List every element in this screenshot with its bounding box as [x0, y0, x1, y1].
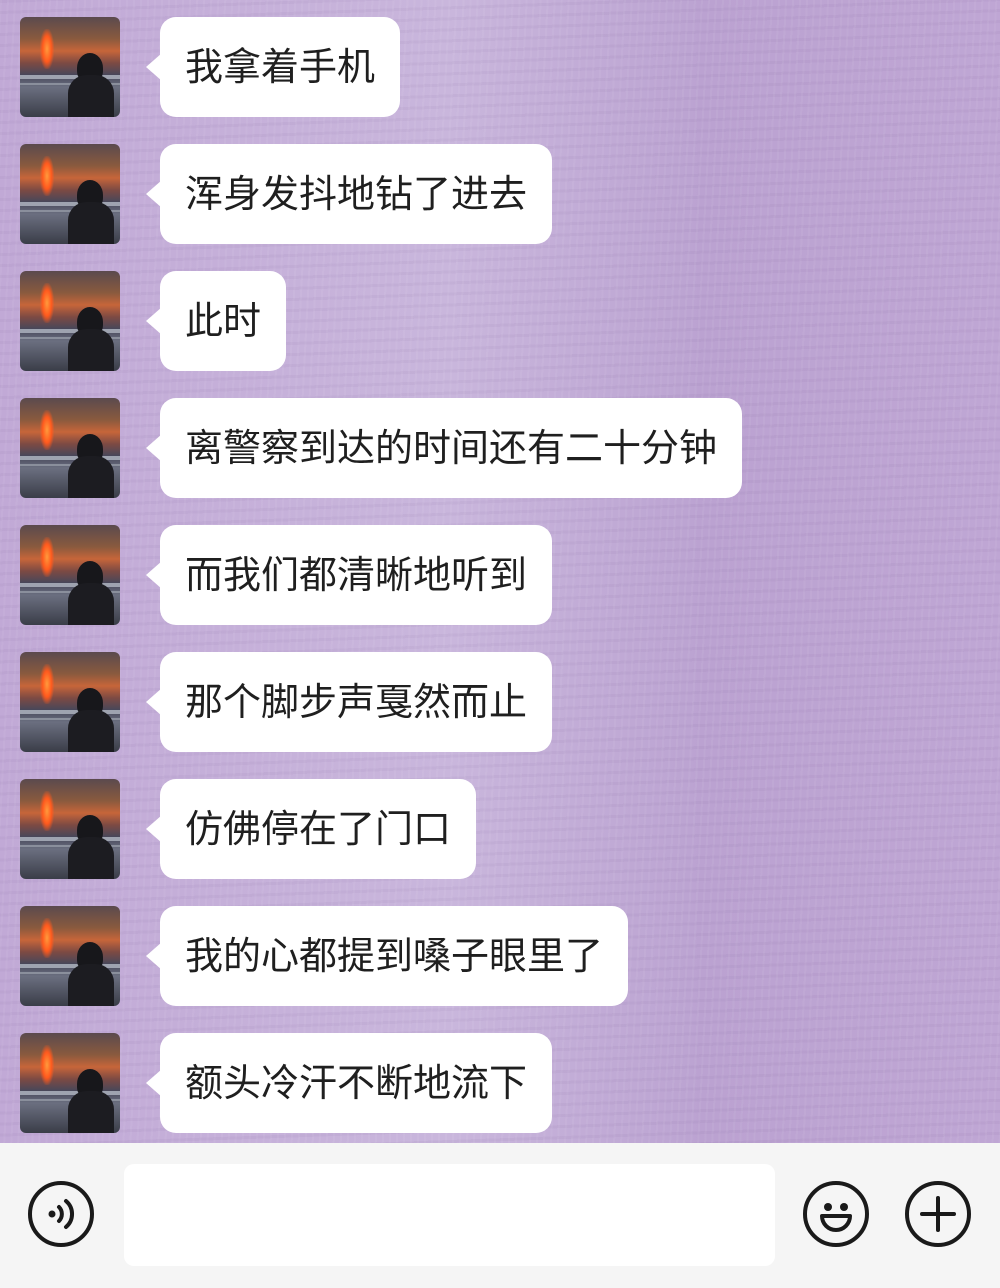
- plus-icon: [920, 1196, 956, 1232]
- message-bubble[interactable]: 我拿着手机: [145, 17, 401, 117]
- plus-button[interactable]: [905, 1181, 971, 1247]
- message-bubble[interactable]: 额头冷汗不断地流下: [145, 1033, 553, 1133]
- avatar[interactable]: [20, 652, 120, 752]
- message-bubble[interactable]: 那个脚步声戛然而止: [145, 652, 553, 752]
- input-bar: [0, 1143, 1000, 1288]
- message-bubble[interactable]: 而我们都清晰地听到: [145, 525, 553, 625]
- message-row: 我拿着手机: [20, 17, 980, 117]
- message-row: 我的心都提到嗓子眼里了: [20, 906, 980, 1006]
- message-bubble[interactable]: 离警察到达的时间还有二十分钟: [145, 398, 743, 498]
- avatar[interactable]: [20, 17, 120, 117]
- avatar[interactable]: [20, 779, 120, 879]
- message-row: 那个脚步声戛然而止: [20, 652, 980, 752]
- avatar[interactable]: [20, 906, 120, 1006]
- chat-area[interactable]: 我拿着手机 浑身发抖地钻了进去 此时 离警察到达的时间还有二十分钟 而我们都清晰…: [0, 0, 1000, 1143]
- message-row: 离警察到达的时间还有二十分钟: [20, 398, 980, 498]
- message-row: 仿佛停在了门口: [20, 779, 980, 879]
- voice-button[interactable]: [28, 1181, 94, 1247]
- message-bubble[interactable]: 我的心都提到嗓子眼里了: [145, 906, 629, 1006]
- avatar[interactable]: [20, 271, 120, 371]
- message-bubble[interactable]: 仿佛停在了门口: [145, 779, 477, 879]
- message-row: 浑身发抖地钻了进去: [20, 144, 980, 244]
- emoji-icon: [820, 1203, 852, 1232]
- message-input[interactable]: [124, 1164, 775, 1266]
- voice-icon: [48, 1199, 74, 1229]
- avatar[interactable]: [20, 398, 120, 498]
- avatar[interactable]: [20, 525, 120, 625]
- message-row: 此时: [20, 271, 980, 371]
- message-bubble[interactable]: 此时: [145, 271, 287, 371]
- avatar[interactable]: [20, 1033, 120, 1133]
- message-bubble[interactable]: 浑身发抖地钻了进去: [145, 144, 553, 244]
- message-row: 额头冷汗不断地流下: [20, 1033, 980, 1133]
- emoji-button[interactable]: [803, 1181, 869, 1247]
- message-row: 而我们都清晰地听到: [20, 525, 980, 625]
- avatar[interactable]: [20, 144, 120, 244]
